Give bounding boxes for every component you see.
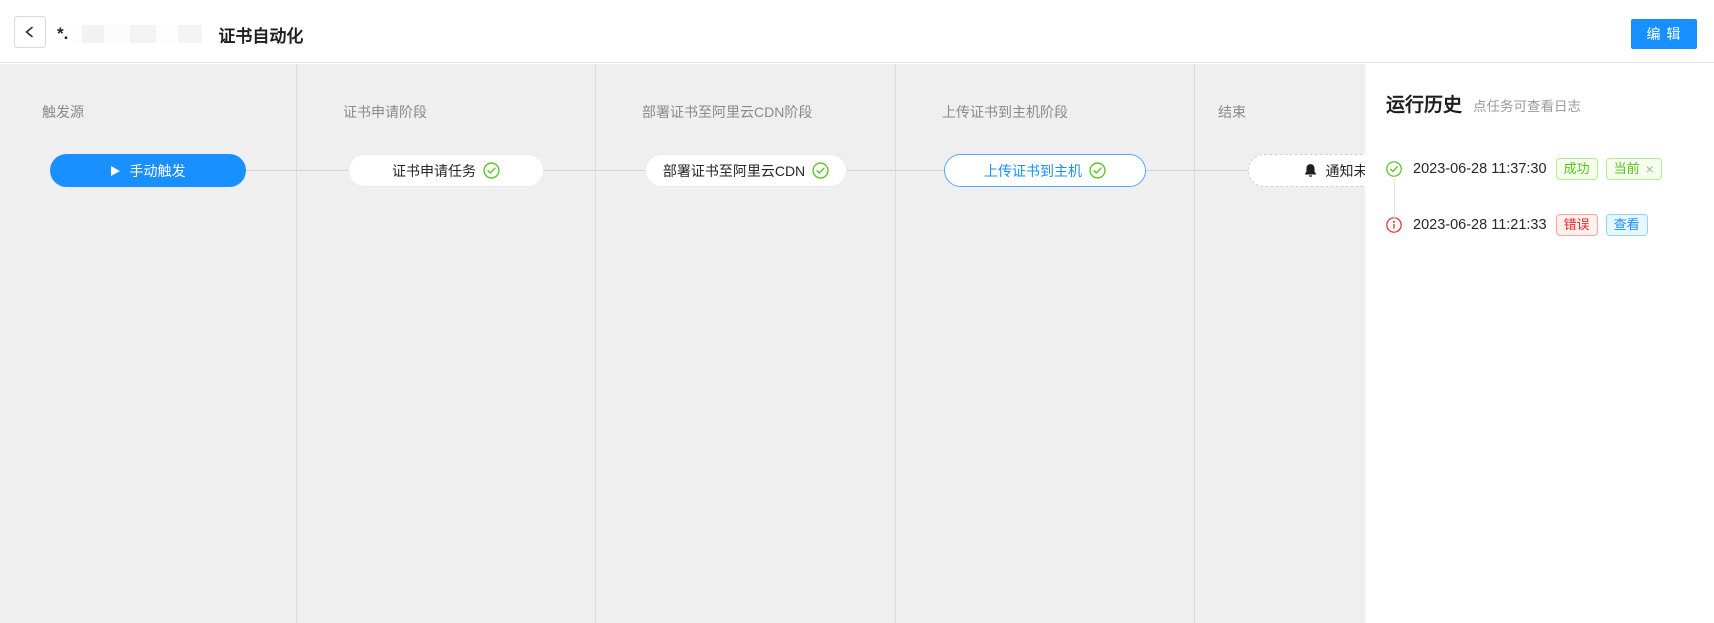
redacted-domain (70, 25, 216, 43)
run-history-panel: 运行历史 点任务可查看日志 2023-06-28 11:37:30 成功 当前 ×… (1365, 64, 1714, 623)
stage-label: 部署证书至阿里云CDN阶段 (642, 102, 812, 122)
chevron-left-icon (22, 24, 38, 40)
current-run-tag-label: 当前 (1614, 159, 1640, 179)
node-label: 上传证书到主机 (984, 164, 1082, 178)
task-node-upload-host[interactable]: 上传证书到主机 (944, 154, 1146, 187)
run-history-subtitle: 点任务可查看日志 (1473, 95, 1581, 115)
manual-trigger-button[interactable]: 手动触发 (50, 154, 246, 187)
node-label: 部署证书至阿里云CDN (663, 164, 805, 178)
run-timestamp: 2023-06-28 11:37:30 (1413, 161, 1547, 177)
page-title: *. 证书自动化 (57, 22, 303, 46)
node-label: 手动触发 (130, 164, 186, 178)
stage-column-cdn: 部署证书至阿里云CDN阶段 (596, 64, 896, 623)
timeline-line (1394, 179, 1395, 221)
run-list: 2023-06-28 11:37:30 成功 当前 × 2023-06-28 11… (1386, 157, 1700, 237)
current-run-tag: 当前 × (1606, 158, 1662, 180)
task-node-deploy-cdn[interactable]: 部署证书至阿里云CDN (645, 154, 847, 187)
run-entry[interactable]: 2023-06-28 11:21:33 错误 查看 (1386, 213, 1700, 237)
close-icon[interactable]: × (1646, 162, 1654, 176)
run-history-header: 运行历史 点任务可查看日志 (1386, 90, 1700, 117)
status-badge-success: 成功 (1556, 158, 1598, 180)
check-circle-icon (812, 162, 829, 179)
back-button[interactable] (14, 16, 46, 48)
node-label: 证书申请任务 (392, 164, 476, 178)
page-title-suffix: 证书自动化 (218, 22, 303, 47)
run-entry[interactable]: 2023-06-28 11:37:30 成功 当前 × (1386, 157, 1700, 181)
check-circle-icon (1089, 162, 1106, 179)
status-badge-error: 错误 (1556, 214, 1598, 236)
stage-column-apply: 证书申请阶段 (297, 64, 596, 623)
view-log-button[interactable]: 查看 (1606, 214, 1648, 236)
play-icon (111, 166, 120, 176)
stage-column-trigger: 触发源 (0, 64, 297, 623)
stage-label: 触发源 (42, 102, 84, 122)
stage-column-upload: 上传证书到主机阶段 (896, 64, 1195, 623)
check-circle-icon (483, 162, 500, 179)
page-title-prefix: *. (57, 24, 68, 44)
task-node-cert-apply[interactable]: 证书申请任务 (348, 154, 544, 187)
check-circle-icon (1386, 161, 1402, 177)
stage-label: 上传证书到主机阶段 (942, 102, 1068, 122)
header-bar: *. 证书自动化 编 辑 (0, 0, 1714, 63)
stage-label: 证书申请阶段 (343, 102, 427, 122)
run-history-title: 运行历史 (1386, 90, 1462, 117)
bell-icon (1303, 163, 1318, 178)
run-timestamp: 2023-06-28 11:21:33 (1413, 217, 1547, 233)
edit-button[interactable]: 编 辑 (1631, 19, 1697, 49)
stage-label: 结束 (1218, 102, 1246, 122)
